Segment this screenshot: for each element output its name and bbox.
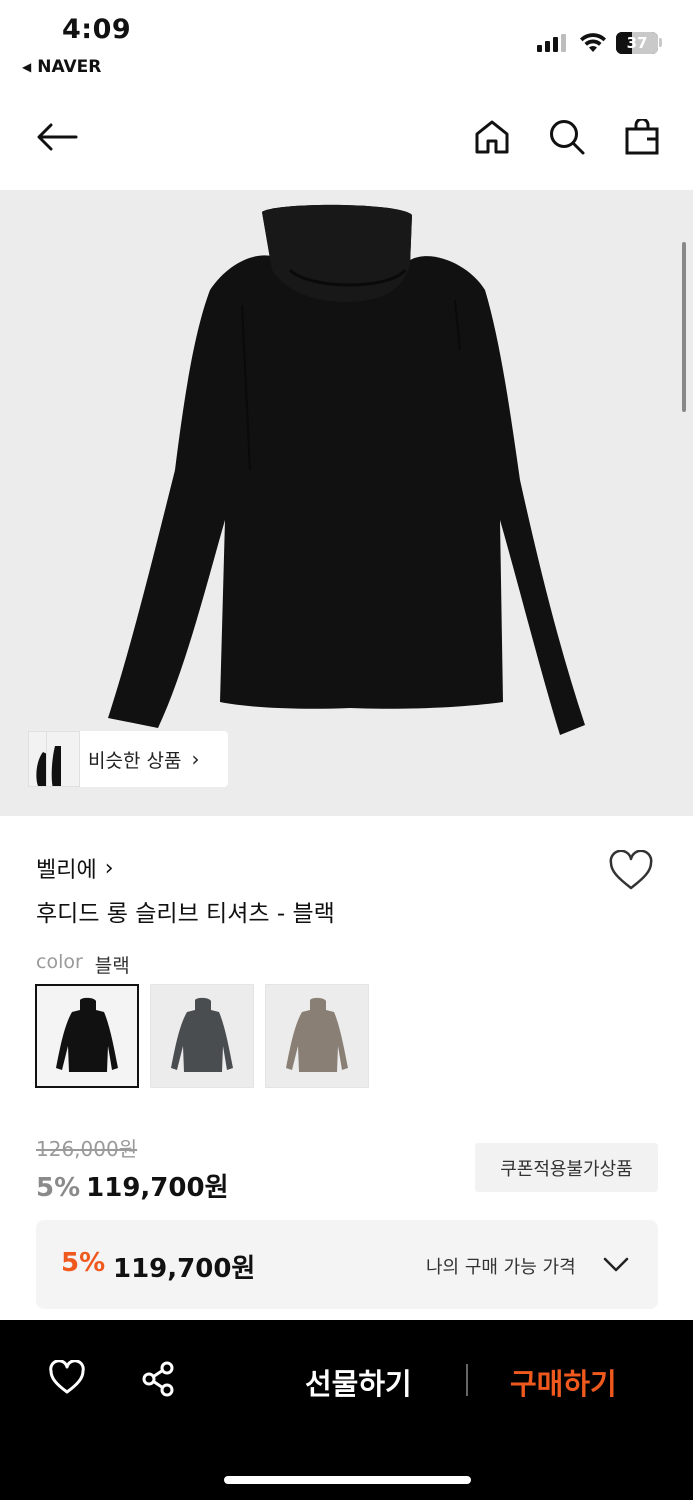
brand-link[interactable]: 벨리에 ›: [36, 852, 114, 884]
bottom-wishlist-button[interactable]: [48, 1359, 86, 1400]
search-icon: [550, 120, 585, 155]
swatch-charcoal[interactable]: [150, 984, 254, 1088]
wifi-icon: [580, 33, 606, 52]
discount-rate: 5%: [36, 1173, 81, 1203]
status-time: 4:09: [62, 14, 132, 45]
price-amount: 119,700원: [86, 1173, 229, 1203]
chevron-down-icon: [603, 1257, 629, 1272]
heart-icon: [49, 1359, 85, 1394]
back-app-label: NAVER: [37, 57, 102, 77]
similar-thumbnails: [28, 731, 94, 787]
home-icon: [475, 120, 509, 154]
product-image[interactable]: [0, 190, 693, 816]
similar-products-button[interactable]: 비슷한 상품 ›: [28, 731, 228, 787]
battery-icon: 37: [616, 32, 658, 54]
image-scrollbar[interactable]: [682, 242, 686, 412]
back-triangle-icon: ◀: [22, 60, 32, 74]
cellular-signal-icon: [537, 34, 566, 52]
heart-icon: [609, 849, 653, 890]
back-arrow-icon: [37, 123, 78, 151]
hoodie-thumbnail: [286, 997, 348, 1072]
home-button[interactable]: [470, 114, 514, 160]
my-price-label: 나의 구매 가능 가격: [426, 1257, 576, 1278]
hoodie-thumbnail: [171, 997, 233, 1072]
cart-button[interactable]: [620, 114, 664, 160]
color-label: color: [36, 951, 83, 973]
battery-percent: 37: [626, 34, 648, 52]
battery-tip: [659, 38, 662, 47]
hoodie-thumbnail: [56, 997, 118, 1072]
status-bar: 4:09 ◀ NAVER 37: [0, 0, 693, 95]
top-nav: [0, 100, 693, 188]
swatch-taupe[interactable]: [265, 984, 369, 1088]
similar-products-label: 비슷한 상품: [88, 749, 182, 772]
chevron-right-icon: ›: [191, 747, 200, 771]
home-indicator[interactable]: [224, 1476, 471, 1484]
sale-price: 5% 119,700원: [36, 1167, 229, 1204]
my-price-amount: 119,700원: [113, 1254, 256, 1284]
search-button[interactable]: [545, 114, 589, 160]
my-price-dropdown[interactable]: 5% 119,700원 나의 구매 가능 가격: [36, 1220, 658, 1309]
coupon-unavailable-badge: 쿠폰적용불가상품: [475, 1143, 658, 1192]
color-value: 블랙: [94, 955, 130, 977]
gift-button[interactable]: 선물하기: [305, 1361, 412, 1403]
brand-name: 벨리에: [36, 858, 97, 883]
swatch-black[interactable]: [35, 984, 139, 1088]
color-row: color 블랙: [36, 951, 130, 978]
hoodie-image: [108, 204, 585, 735]
share-button[interactable]: [140, 1360, 178, 1402]
buy-button[interactable]: 구매하기: [510, 1361, 617, 1403]
bottom-action-bar: 선물하기 구매하기: [0, 1320, 693, 1500]
similar-thumb: [46, 731, 80, 787]
shopping-bag-icon: [625, 119, 659, 155]
wishlist-button[interactable]: [608, 849, 654, 896]
my-discount-rate: 5%: [61, 1248, 106, 1278]
color-swatches: [35, 984, 369, 1088]
back-button[interactable]: [30, 114, 84, 160]
original-price: 126,000원: [36, 1137, 138, 1161]
chevron-right-icon: ›: [104, 855, 114, 881]
divider: [466, 1364, 468, 1396]
back-to-app-link[interactable]: ◀ NAVER: [22, 57, 101, 77]
product-name: 후디드 롱 슬리브 티셔츠 - 블랙: [36, 901, 335, 927]
share-icon: [142, 1361, 174, 1397]
